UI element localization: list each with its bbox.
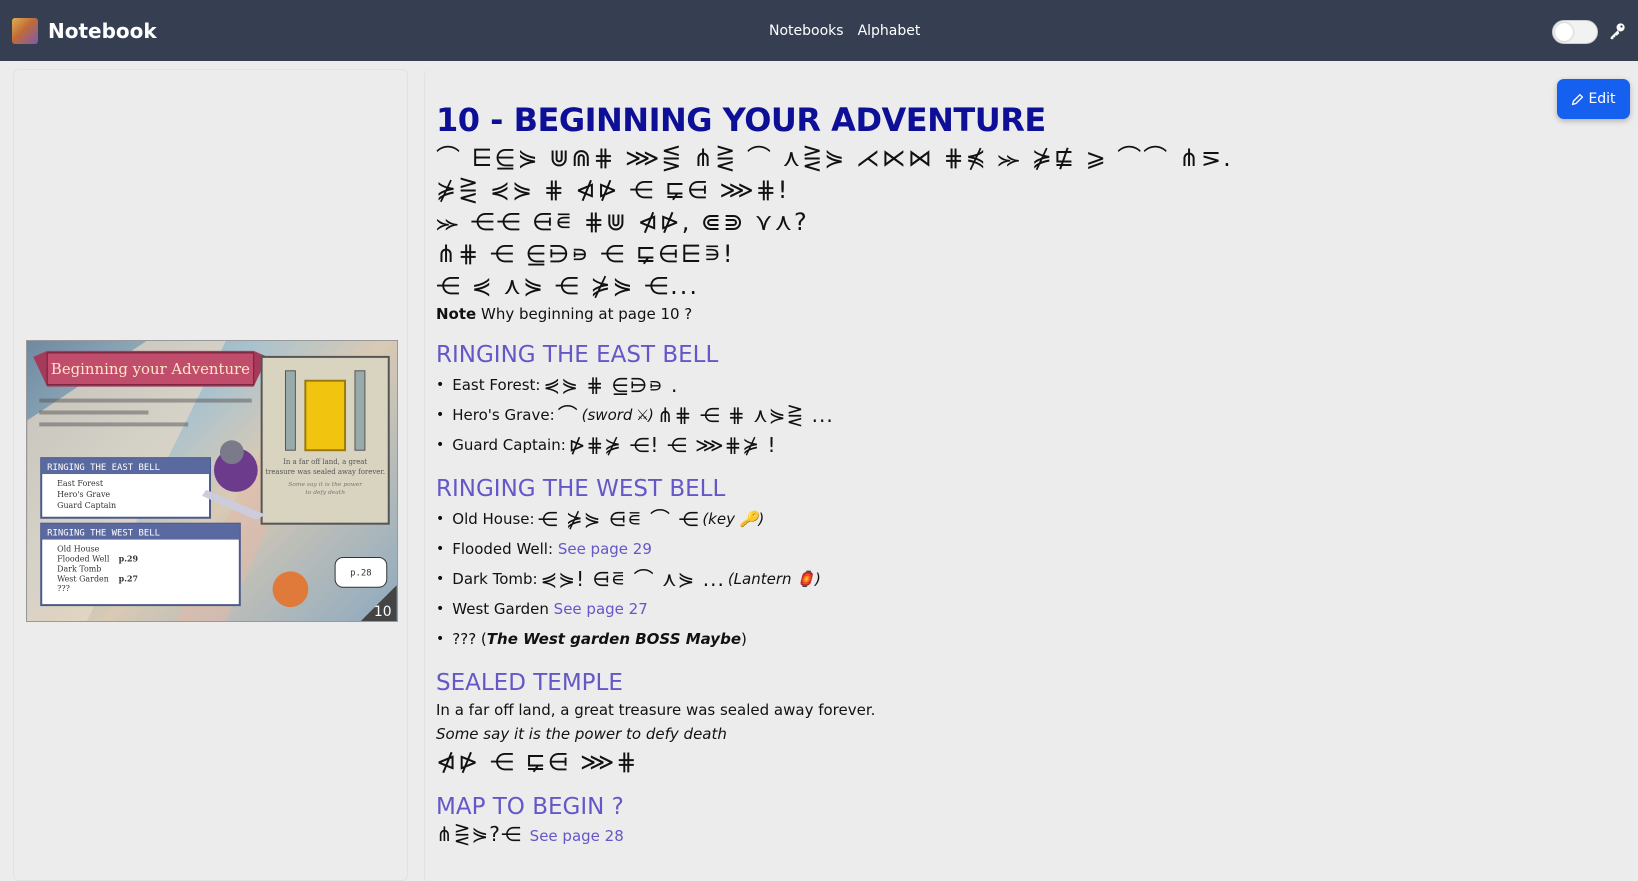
list-item: West Garden See page 27 bbox=[436, 594, 1536, 624]
image-banner-text: Beginning your Adventure bbox=[51, 360, 250, 378]
image-west-value: p.29 bbox=[119, 554, 139, 563]
temple-italic: Some say it is the power to defy death bbox=[436, 725, 727, 743]
item-glyphs: ⋞⋟! ⋳⋷ ⌒ ⋏⋟ ... bbox=[540, 567, 725, 591]
theme-toggle[interactable] bbox=[1552, 20, 1598, 44]
image-west-item: ??? bbox=[57, 584, 70, 593]
nav-link-alphabet[interactable]: Alphabet bbox=[858, 23, 921, 39]
item-label: Dark Tomb: bbox=[452, 570, 538, 588]
list-item: East Forest: ⋞⋟ ⋕ ⋸⋻⋼ . bbox=[436, 370, 1536, 400]
notebook-logo-icon bbox=[12, 18, 38, 44]
temple-line: In a far off land, a great treasure was … bbox=[436, 701, 876, 719]
item-label: Flooded Well: bbox=[452, 540, 554, 558]
glyph-line: ⌒ ⋿⋸⋟ ⋓⋒⋕ ⋙⋚ ⋔⋛ ⌒ ⋏⋛⋟ ⋌⋉⋈ ⋕⋠ ⪼ ⋡⋢ ⩾ ⌒⌒ ⋔… bbox=[436, 144, 1233, 172]
list-item: Dark Tomb: ⋞⋟! ⋳⋷ ⌒ ⋏⋟ ... (Lantern 🏮) bbox=[436, 564, 1536, 594]
item-glyphs: ⋫⋕⋡ ⋲! ⋲ ⋙⋕⋡ ! bbox=[568, 433, 777, 457]
image-caption: to defy death bbox=[305, 489, 345, 496]
item-glyphs: ⌒ bbox=[557, 403, 579, 427]
page-link[interactable]: See page 29 bbox=[558, 534, 652, 564]
list-item: Guard Captain: ⋫⋕⋡ ⋲! ⋲ ⋙⋕⋡ ! bbox=[436, 430, 1536, 460]
pencil-icon bbox=[1572, 93, 1584, 105]
toggle-knob bbox=[1555, 23, 1573, 41]
section-heading-east: RINGING THE EAST BELL bbox=[436, 342, 719, 368]
item-glyphs: ⋞⋟ ⋕ ⋸⋻⋼ . bbox=[543, 373, 679, 397]
app-title: Notebook bbox=[48, 19, 157, 43]
section-heading-map: MAP TO BEGIN ? bbox=[436, 794, 624, 820]
item-glyphs: ⋔⋕ ⋲ ⋕ ⋏⋟⋛ ... bbox=[656, 403, 834, 427]
item-label: Guard Captain: bbox=[452, 436, 566, 454]
image-caption: In a far off land, a great bbox=[283, 458, 367, 466]
image-caption: treasure was sealed away forever. bbox=[265, 468, 385, 476]
east-list: East Forest: ⋞⋟ ⋕ ⋸⋻⋼ . Hero's Grave: ⌒ … bbox=[436, 370, 1536, 460]
edit-label: Edit bbox=[1588, 91, 1616, 107]
note-text: Why beginning at page 10 ? bbox=[480, 305, 693, 323]
image-panel: Beginning your Adventure RINGING THE EAS… bbox=[13, 69, 408, 881]
page-content: 10 - BEGINNING YOUR ADVENTURE ⌒ ⋿⋸⋟ ⋓⋒⋕ … bbox=[436, 98, 1536, 848]
image-caption: Some say it is the power bbox=[288, 481, 363, 488]
image-bubble: p.28 bbox=[350, 568, 371, 578]
item-label: ??? bbox=[452, 630, 477, 648]
note: Note Why beginning at page 10 ? bbox=[436, 302, 1536, 326]
note-label: Note bbox=[436, 305, 477, 323]
adventure-page-image[interactable]: Beginning your Adventure RINGING THE EAS… bbox=[26, 340, 398, 622]
nav-links: Notebooks Alphabet bbox=[769, 23, 920, 39]
image-west-item: West Garden bbox=[57, 574, 109, 583]
image-west-title: RINGING THE WEST BELL bbox=[47, 529, 160, 539]
item-glyphs: ⋔⋛⋟?⋲ bbox=[436, 822, 522, 846]
image-east-item: Guard Captain bbox=[57, 501, 116, 510]
edit-button[interactable]: Edit bbox=[1557, 79, 1630, 119]
image-east-title: RINGING THE EAST BELL bbox=[47, 463, 160, 473]
section-heading-west: RINGING THE WEST BELL bbox=[436, 476, 726, 502]
key-icon[interactable] bbox=[1608, 22, 1626, 40]
map-line: ⋔⋛⋟?⋲ See page 28 bbox=[436, 822, 1536, 848]
page-title: 10 - BEGINNING YOUR ADVENTURE bbox=[436, 101, 1046, 139]
list-item: Flooded Well: See page 29 bbox=[436, 534, 1536, 564]
image-east-item: Hero's Grave bbox=[57, 490, 110, 499]
item-label: West Garden bbox=[452, 600, 549, 618]
page-link[interactable]: See page 27 bbox=[554, 594, 648, 624]
item-label: East Forest: bbox=[452, 376, 541, 394]
image-page-number: 10 bbox=[374, 604, 392, 620]
brand[interactable]: Notebook bbox=[12, 18, 157, 44]
item-emphasis: The West garden BOSS Maybe bbox=[486, 630, 741, 648]
west-list: Old House: ⋲ ⋡⋟ ⋳⋷ ⌒ ⋲ (key 🔑) Flooded W… bbox=[436, 504, 1536, 654]
glyph-line: ⋔⋕ ⋲ ⋸⋻⋼ ⋲ ⋤⋳⋿⋾! bbox=[436, 240, 735, 268]
image-west-value: p.27 bbox=[119, 574, 138, 583]
item-glyphs: ⋲ ⋡⋟ ⋳⋷ ⌒ ⋲ bbox=[537, 507, 700, 531]
navbar: Notebook Notebooks Alphabet bbox=[0, 0, 1638, 61]
image-west-item: Flooded Well bbox=[57, 554, 110, 563]
list-item: Hero's Grave: ⌒ (sword ⚔) ⋔⋕ ⋲ ⋕ ⋏⋟⋛ ... bbox=[436, 400, 1536, 430]
image-west-item: Old House bbox=[57, 544, 100, 553]
temple-line-italic: Some say it is the power to defy death bbox=[436, 722, 1536, 746]
item-emphasis: (sword ⚔) bbox=[581, 406, 654, 424]
glyph-line: ⋪⋫ ⋲ ⋤⋳ ⋙⋕ bbox=[436, 748, 639, 776]
image-west-item: Dark Tomb bbox=[57, 564, 101, 573]
nav-link-notebooks[interactable]: Notebooks bbox=[769, 23, 844, 39]
glyph-line: ⋲ ⋞ ⋏⋟ ⋲ ⋡⋟ ⋲... bbox=[436, 272, 700, 300]
list-item: Old House: ⋲ ⋡⋟ ⋳⋷ ⌒ ⋲ (key 🔑) bbox=[436, 504, 1536, 534]
image-east-item: East Forest bbox=[57, 479, 104, 488]
item-emphasis: (key 🔑) bbox=[702, 510, 765, 528]
item-emphasis: (Lantern 🏮) bbox=[727, 570, 821, 588]
glyph-line: ⋡⋛ ⋞⋟ ⋕ ⋪⋫ ⋲ ⋤⋳ ⋙⋕! bbox=[436, 176, 790, 204]
item-label: Old House: bbox=[452, 510, 535, 528]
page-link[interactable]: See page 28 bbox=[530, 827, 624, 845]
section-heading-temple: SEALED TEMPLE bbox=[436, 670, 623, 696]
glyph-line: ⪼ ⋲⋲ ⋳⋷ ⋕⋓ ⋪⋫, ⋐⋑ ⋎⋏? bbox=[436, 208, 809, 236]
item-label: Hero's Grave: bbox=[452, 406, 555, 424]
list-item: ??? (The West garden BOSS Maybe) bbox=[436, 624, 1536, 654]
